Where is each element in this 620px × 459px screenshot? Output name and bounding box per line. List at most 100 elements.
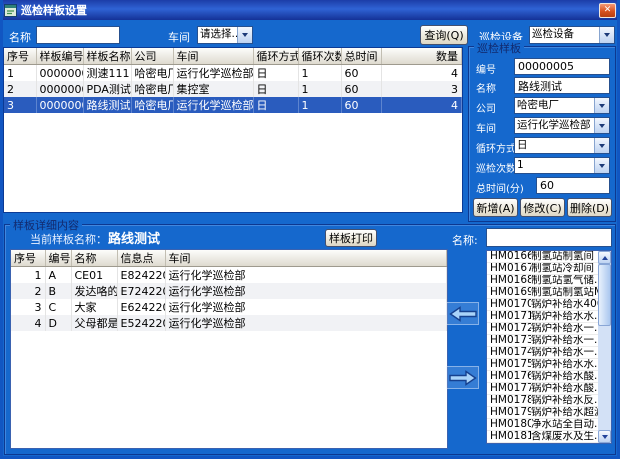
column-header[interactable]: 总时间	[341, 48, 381, 65]
list-item[interactable]: HM0174锅炉补给水一...	[487, 347, 598, 359]
code-field[interactable]	[514, 58, 610, 75]
list-item[interactable]: HM0171锅炉补给水水...	[487, 311, 598, 323]
column-header[interactable]: 车间	[165, 250, 447, 267]
table-row[interactable]: 300000005路线测试哈密电厂运行化学巡检部日1604	[4, 97, 462, 113]
column-header[interactable]: 信息点	[117, 250, 165, 267]
column-header[interactable]: 序号	[11, 250, 45, 267]
picker-name-input[interactable]	[486, 228, 612, 247]
field-label-company: 公司	[476, 100, 496, 115]
workshop-dropdown[interactable]: 请选择...	[197, 26, 253, 44]
infopoint-code: HM0176	[487, 371, 531, 382]
cycle-mode-dropdown[interactable]: 日	[514, 137, 610, 154]
list-item[interactable]: HM0170锅炉补给水400...	[487, 299, 598, 311]
table-row[interactable]: 100000003测速111哈密电厂运行化学巡检部日1604	[4, 65, 462, 82]
column-header[interactable]: 循环方式	[253, 48, 298, 65]
column-header[interactable]: 序号	[4, 48, 36, 65]
workshop-selected-value: 请选择...	[198, 27, 237, 43]
current-template-value: 路线测试	[108, 228, 160, 247]
cell: 日	[253, 97, 298, 113]
list-item[interactable]: HM0172锅炉补给水一...	[487, 323, 598, 335]
infopoint-name: 锅炉补给水反...	[531, 395, 598, 406]
table-row[interactable]: 4D父母都是E5242208运行化学巡检部	[11, 315, 447, 331]
list-item[interactable]: HM0177锅炉补给水酸...	[487, 383, 598, 395]
print-button[interactable]: 样板打印	[325, 229, 377, 247]
cycle-count-selected-value: 1	[515, 158, 594, 173]
scrollbar[interactable]	[598, 251, 611, 443]
list-item[interactable]: HM0169制氢站制氢站M...	[487, 287, 598, 299]
name-filter-input[interactable]	[36, 26, 120, 44]
add-button[interactable]: 新增(A)	[473, 198, 518, 217]
chevron-down-icon[interactable]	[599, 27, 614, 43]
total-time-field[interactable]	[536, 177, 610, 194]
template-table-box: 序号样板编号样板名称公司车间循环方式循环次数总时间数量 100000003测速1…	[3, 47, 463, 213]
close-icon: ✕	[604, 5, 612, 15]
infopoint-code: HM0173	[487, 335, 531, 346]
chevron-down-icon[interactable]	[594, 138, 609, 153]
company-dropdown[interactable]: 哈密电厂	[514, 97, 610, 114]
picker-name-label: 名称:	[452, 232, 478, 248]
infopoint-code: HM0181	[487, 431, 531, 442]
infopoint-code: HM0174	[487, 347, 531, 358]
infopoint-name: 锅炉补给水一...	[531, 323, 598, 334]
cell: 3	[4, 97, 36, 113]
column-header[interactable]: 编号	[45, 250, 71, 267]
column-header[interactable]: 公司	[131, 48, 173, 65]
template-name-field[interactable]	[514, 77, 610, 94]
list-item[interactable]: HM0181含煤废水及生...	[487, 431, 598, 443]
infopoint-name: 锅炉补给水酸...	[531, 383, 598, 394]
infopoint-name: 锅炉补给水一...	[531, 335, 598, 346]
editor-workshop-selected-value: 运行化学巡检部	[515, 118, 594, 133]
list-item[interactable]: HM0176锅炉补给水酸...	[487, 371, 598, 383]
device-dropdown[interactable]: 巡检设备	[529, 26, 615, 44]
column-header[interactable]: 样板名称	[83, 48, 131, 65]
move-right-button[interactable]	[446, 366, 479, 389]
cycle-count-dropdown[interactable]: 1	[514, 157, 610, 174]
list-item[interactable]: HM0166制氢站制氢间	[487, 251, 598, 263]
column-header[interactable]: 样板编号	[36, 48, 83, 65]
close-button[interactable]: ✕	[599, 3, 616, 18]
chevron-down-icon[interactable]	[594, 118, 609, 133]
infopoint-name: 制氢站制氢间	[531, 251, 598, 262]
infopoint-code: HM0178	[487, 395, 531, 406]
infopoint-name: 制氢站冷却间	[531, 263, 598, 274]
cycle-mode-selected-value: 日	[515, 138, 594, 153]
editor-workshop-dropdown[interactable]: 运行化学巡检部	[514, 117, 610, 134]
query-button[interactable]: 查询(Q)	[420, 25, 468, 45]
column-header[interactable]: 数量	[381, 48, 462, 65]
chevron-down-icon[interactable]	[237, 27, 252, 43]
workshop-label: 车间	[168, 29, 190, 45]
list-item[interactable]: HM0179锅炉补给水超滤	[487, 407, 598, 419]
chevron-down-icon[interactable]	[594, 98, 609, 113]
list-item[interactable]: HM0175锅炉补给水水...	[487, 359, 598, 371]
scroll-down-button[interactable]	[598, 430, 611, 443]
column-header[interactable]: 车间	[173, 48, 253, 65]
scrollbar-thumb[interactable]	[598, 264, 611, 326]
table-row[interactable]: 3C大家E6242208运行化学巡检部	[11, 299, 447, 315]
column-header[interactable]: 名称	[71, 250, 117, 267]
cell: 哈密电厂	[131, 65, 173, 82]
chevron-down-icon[interactable]	[594, 158, 609, 173]
table-row[interactable]: 2B发达咯的E7242208运行化学巡检部	[11, 283, 447, 299]
list-item[interactable]: HM0168制氢站氢气储...	[487, 275, 598, 287]
list-item[interactable]: HM0180净水站全自动...	[487, 419, 598, 431]
list-item[interactable]: HM0178锅炉补给水反...	[487, 395, 598, 407]
table-row[interactable]: 1ACE01E8242208运行化学巡检部	[11, 267, 447, 284]
delete-button[interactable]: 删除(D)	[567, 198, 612, 217]
scroll-up-button[interactable]	[598, 251, 611, 264]
modify-button[interactable]: 修改(C)	[520, 198, 565, 217]
cell: PDA测试	[83, 81, 131, 97]
list-item[interactable]: HM0167制氢站冷却间	[487, 263, 598, 275]
table-row[interactable]: 200000004PDA测试哈密电厂集控室日1603	[4, 81, 462, 97]
field-label-total-time: 总时间(分)	[476, 180, 524, 195]
infopoint-name: 净水站全自动...	[531, 419, 598, 430]
cell: CE01	[71, 267, 117, 284]
infopoint-code: HM0172	[487, 323, 531, 334]
infopoint-name: 制氢站氢气储...	[531, 275, 598, 286]
infopoint-code: HM0180	[487, 419, 531, 430]
infopoint-name: 锅炉补给水水...	[531, 311, 598, 322]
cell: 日	[253, 81, 298, 97]
list-item[interactable]: HM0173锅炉补给水一...	[487, 335, 598, 347]
move-left-button[interactable]	[446, 302, 479, 325]
column-header[interactable]: 循环次数	[298, 48, 341, 65]
field-label-code: 编号	[476, 61, 496, 76]
